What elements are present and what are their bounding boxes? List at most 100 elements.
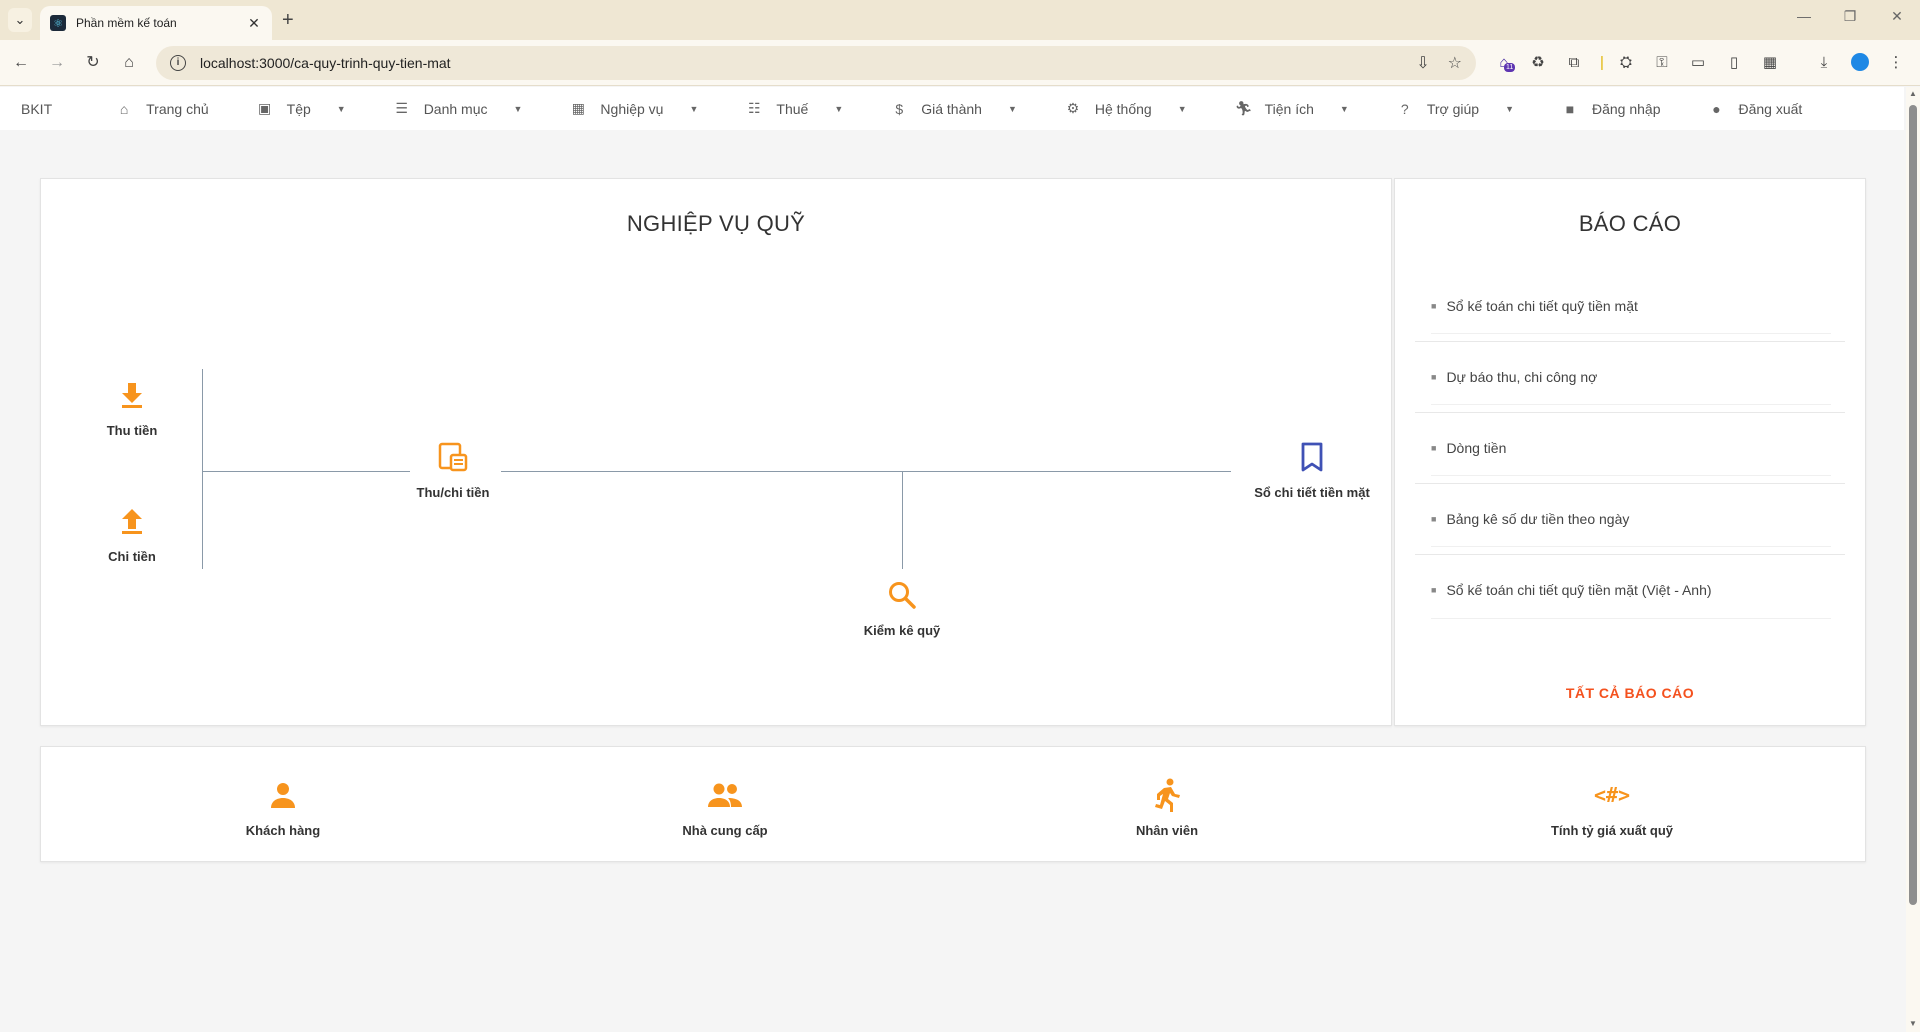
report-item-label: Sổ kế toán chi tiết quỹ tiền mặt (Việt -… [1446,582,1712,598]
quick-links-card: Khách hàng Nhà cung cấp Nhân viên <#> Tí… [40,746,1866,862]
help-icon: ? [1400,100,1409,117]
quick-link-label: Nhà cung cấp [682,823,768,838]
nav-label: Thuế [776,100,809,117]
bullet-icon: ■ [1431,300,1437,311]
caret-down-icon: ▼ [689,103,699,114]
flow-node-chi-tien[interactable]: Chi tiền [52,501,212,564]
site-info-icon[interactable]: i [170,55,186,71]
extensions-puzzle-icon[interactable]: ⧉ [1564,53,1584,73]
bookmark-star-icon[interactable]: ☆ [1448,53,1462,73]
checklist-icon: ☷ [748,100,761,116]
scroll-down-icon[interactable]: ▼ [1906,1019,1920,1028]
nav-item-trang-chu[interactable]: ⌂ Trang chủ [104,87,221,130]
nav-item-danh-muc[interactable]: ☰ Danh mục ▼ [382,87,535,130]
page-scrollbar[interactable]: ▲ ▼ [1906,87,1920,1032]
payment-card-icon[interactable]: ▭ [1688,53,1708,73]
scrollbar-thumb[interactable] [1909,105,1917,905]
bullet-icon: ■ [1431,371,1437,382]
nav-label: Trang chủ [146,100,209,117]
scroll-up-icon[interactable]: ▲ [1906,89,1920,98]
browser-menu-icon[interactable]: ⋮ [1886,53,1906,73]
incognito-icon[interactable]: ⛭ [1616,53,1636,73]
report-item[interactable]: ■ Bảng kê số dư tiền theo ngày [1415,484,1845,555]
password-key-icon[interactable]: ⚿ [1652,53,1672,73]
nav-item-gia-thanh[interactable]: $ Giá thành ▼ [879,87,1029,130]
nav-item-nghiep-vu[interactable]: ▦ Nghiệp vụ ▼ [558,87,710,130]
reading-mode-icon[interactable]: ▯ [1724,53,1744,73]
report-item[interactable]: ■ Dòng tiền [1415,413,1845,484]
report-item-label: Dòng tiền [1446,439,1507,456]
download-icon[interactable]: ⤓ [1814,53,1834,73]
connector-line [501,471,1231,472]
nav-item-dang-xuat[interactable]: ● Đăng xuất [1697,87,1815,130]
restore-icon[interactable]: ❐ [1840,8,1860,25]
quick-link-label: Nhân viên [1135,823,1199,838]
all-reports-link[interactable]: TẤT CẢ BÁO CÁO [1395,685,1865,701]
search-icon [887,575,917,615]
flow-node-label: Thu tiền [106,423,158,438]
caret-down-icon: ▼ [1177,103,1187,114]
nav-label: Danh mục [423,100,488,117]
report-item[interactable]: ■ Sổ kế toán chi tiết quỹ tiền mặt (Việt … [1415,555,1845,626]
window-close-icon[interactable]: ✕ [1887,8,1907,25]
nav-label: Đăng xuất [1738,100,1803,117]
nav-item-tien-ich[interactable]: 🏃︎ Tiện ích ▼ [1223,87,1361,130]
bookmark-icon [1300,437,1324,477]
flow-node-thu-chi-tien[interactable]: Thu/chi tiền [373,437,533,500]
profile-avatar-icon[interactable] [1850,53,1870,73]
quick-link-khach-hang[interactable]: Khách hàng [183,775,383,838]
nav-item-dang-nhap[interactable]: ■ Đăng nhập [1550,87,1673,130]
quick-link-nha-cung-cap[interactable]: Nhà cung cấp [625,775,825,838]
nav-item-tep[interactable]: ▣ Tệp ▼ [245,87,358,130]
caret-down-icon: ▼ [1339,103,1349,114]
nav-item-thue[interactable]: ☷ Thuế ▼ [734,87,855,130]
dollar-icon: $ [895,100,904,117]
flow-node-thu-tien[interactable]: Thu tiền [52,375,212,438]
grid-icon: ▦ [571,100,586,116]
nav-label: Tiện ích [1264,100,1314,117]
extension-recycle-icon[interactable]: ♻ [1528,53,1548,73]
minimize-icon[interactable]: — [1794,8,1814,24]
new-tab-button[interactable]: + [282,9,294,31]
flow-node-label: Thu/chi tiền [416,485,490,500]
gear-icon: ⚙ [1066,100,1080,116]
quick-link-label: Tính tỷ giá xuất quỹ [1550,823,1674,838]
nav-label: Tệp [286,100,311,117]
caret-down-icon: ▼ [1505,103,1514,114]
cash-process-title: NGHIỆP VỤ QUỸ [626,211,806,236]
extension-badge: 11 [1504,63,1516,72]
forward-icon[interactable]: → [46,52,68,74]
flow-node-so-chi-tiet[interactable]: Sổ chi tiết tiền mặt [1232,437,1392,500]
caret-down-icon: ▼ [834,103,844,114]
back-icon[interactable]: ← [10,52,32,74]
address-bar[interactable]: i localhost:3000/ca-quy-trinh-quy-tien-m… [156,46,1476,80]
quick-link-nhan-vien[interactable]: Nhân viên [1067,775,1267,838]
quick-link-tinh-ty-gia[interactable]: <#> Tính tỷ giá xuất quỹ [1512,775,1712,838]
url-text[interactable]: localhost:3000/ca-quy-trinh-quy-tien-mat [200,55,1398,71]
report-list: ■ Sổ kế toán chi tiết quỹ tiền mặt ■ Dự bá… [1415,271,1845,626]
nav-item-he-thong[interactable]: ⚙ Hệ thống ▼ [1053,87,1199,130]
home-icon: ⌂ [119,100,129,117]
reload-icon[interactable]: ↻ [82,52,104,74]
app-navbar: BKIT ⌂ Trang chủ ▣ Tệp ▼ ☰ Danh mục ▼ ▦ … [0,87,1904,130]
browser-tab-bar: ⌄ ⚛ Phần mềm kế toán ✕ + — ❐ ✕ [0,0,1920,40]
toolbar-divider: | [1600,54,1604,71]
tab-search-chevron-icon[interactable]: ⌄ [8,8,32,32]
brand-logo-text[interactable]: BKIT [21,101,52,117]
main-content: NGHIỆP VỤ QUỸ Thu tiền Chi tiền Thu/chi … [20,158,1884,1032]
extension-hat-icon[interactable]: ⌂ 11 [1494,53,1516,73]
browser-tab[interactable]: ⚛ Phần mềm kế toán ✕ [40,6,272,40]
cash-process-card: NGHIỆP VỤ QUỸ Thu tiền Chi tiền Thu/chi … [40,178,1392,726]
side-panel-icon[interactable]: ▦ [1760,53,1780,73]
group-icon [707,775,743,815]
tab-close-icon[interactable]: ✕ [246,15,262,32]
report-item[interactable]: ■ Sổ kế toán chi tiết quỹ tiền mặt [1415,271,1845,342]
react-favicon-icon: ⚛ [50,15,66,31]
code-hash-icon: <#> [1593,783,1631,807]
nav-item-tro-giup[interactable]: ? Trợ giúp ▼ [1385,87,1526,130]
report-item[interactable]: ■ Dự báo thu, chi công nợ [1415,342,1845,413]
install-app-icon[interactable]: ⇩ [1416,53,1429,73]
caret-down-icon: ▼ [336,103,346,114]
flow-node-kiem-ke-quy[interactable]: Kiểm kê quỹ [822,575,982,638]
home-icon[interactable]: ⌂ [118,52,140,74]
